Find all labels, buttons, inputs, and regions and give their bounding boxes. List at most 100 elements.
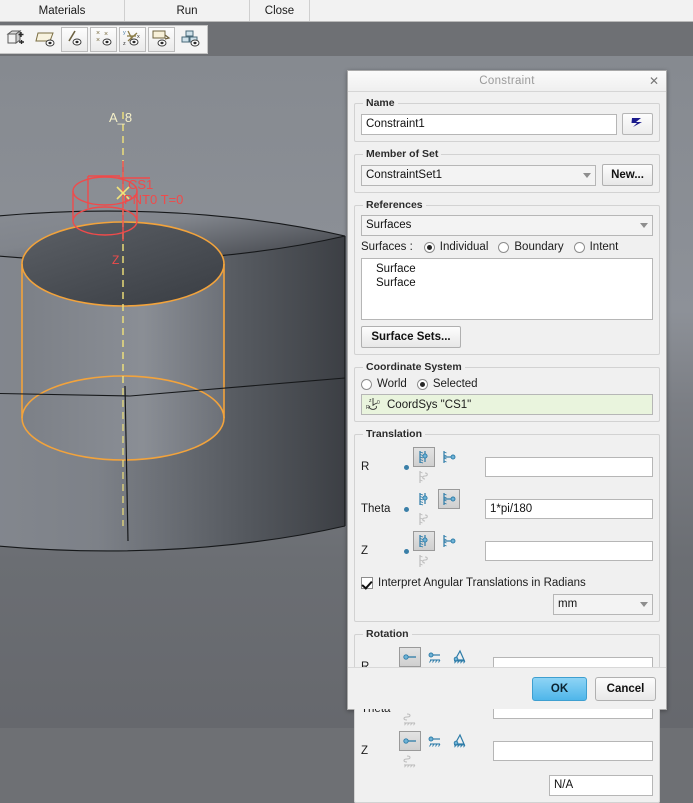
chevron-down-icon xyxy=(640,602,648,607)
close-icon[interactable]: ✕ xyxy=(647,74,661,88)
coordsys-label-cs1-text: CS1 xyxy=(128,177,153,192)
radians-checkbox-row: Interpret Angular Translations in Radian… xyxy=(361,577,653,589)
translation-value-cell-theta: 1*pi/180 xyxy=(485,488,653,530)
pinned-rotation-icon xyxy=(427,649,443,665)
name-group-legend: Name xyxy=(363,97,398,109)
menu-item-close[interactable]: Close xyxy=(250,0,310,21)
coordinate-system-group: Coordinate System World Selected z R 0 xyxy=(354,361,660,422)
svg-text:z: z xyxy=(123,41,126,47)
svg-text:×: × xyxy=(96,37,100,44)
prescribed-translation-button-theta[interactable] xyxy=(413,509,435,529)
translation-input-theta[interactable]: 1*pi/180 xyxy=(485,499,653,519)
prescribed-translation-button-r[interactable] xyxy=(413,467,435,487)
radians-checkbox[interactable] xyxy=(361,577,373,589)
datum-point-display-button[interactable]: × × × xyxy=(90,27,117,52)
support-rotation-button-r[interactable] xyxy=(449,647,471,667)
references-group: References Surfaces Surfaces : Individua… xyxy=(354,199,660,355)
rotation-group: Rotation R xyxy=(354,628,660,803)
radio-boundary[interactable] xyxy=(498,242,509,253)
surface-list[interactable]: Surface Surface xyxy=(361,258,653,320)
units-row: mm xyxy=(361,594,653,615)
translation-input-z[interactable] xyxy=(485,541,653,561)
radio-world[interactable] xyxy=(361,379,372,390)
svg-text:y: y xyxy=(123,30,126,36)
flash-icon xyxy=(629,116,646,132)
surfaces-radio-label: Surfaces : xyxy=(361,241,413,253)
units-select[interactable]: mm xyxy=(553,594,653,615)
dialog-body: Name Constraint1 Member of Set Constrain… xyxy=(348,92,666,709)
rotation-legend: Rotation xyxy=(363,628,412,640)
annotation-display-button[interactable] xyxy=(148,27,175,52)
coordsys-axes-icon: z R 0 xyxy=(366,396,383,414)
pinned-rotation-icon xyxy=(427,733,443,749)
constraint-name-input[interactable]: Constraint1 xyxy=(361,114,617,135)
datum-plane-display-button[interactable] xyxy=(32,27,59,52)
free-translation-icon xyxy=(416,533,432,549)
translation-buttons-r xyxy=(413,446,485,488)
radio-intent-label: Intent xyxy=(590,241,619,253)
free-rotation-button-r[interactable] xyxy=(399,647,421,667)
list-item[interactable]: Surface xyxy=(362,276,652,290)
translation-row-r: R xyxy=(361,446,653,488)
svg-text:×: × xyxy=(96,30,100,37)
surface-sets-button[interactable]: Surface Sets... xyxy=(361,326,461,348)
rotation-row-z: Z xyxy=(361,730,653,772)
radio-individual[interactable] xyxy=(424,242,435,253)
translation-input-r[interactable] xyxy=(485,457,653,477)
menu-item-run[interactable]: Run xyxy=(125,0,250,21)
reference-type-select[interactable]: Surfaces xyxy=(361,215,653,236)
support-rotation-icon xyxy=(452,649,468,665)
pinned-rotation-button-r[interactable] xyxy=(424,647,446,667)
reference-type-value: Surfaces xyxy=(366,219,411,231)
prescribed-rotation-button-z[interactable] xyxy=(399,751,421,771)
datum-plane-display-icon xyxy=(35,28,57,51)
radio-individual-label: Individual xyxy=(440,241,489,253)
na-row: N/A xyxy=(361,775,653,796)
free-translation-button-theta[interactable] xyxy=(413,489,435,509)
fixed-translation-button-theta[interactable] xyxy=(438,489,460,509)
translation-buttons-theta xyxy=(413,488,485,530)
coordinate-system-legend: Coordinate System xyxy=(363,361,465,373)
free-translation-button-z[interactable] xyxy=(413,531,435,551)
translation-label-r: R xyxy=(361,446,399,488)
rotation-input-z[interactable] xyxy=(493,741,653,761)
fixed-translation-button-r[interactable] xyxy=(438,447,460,467)
svg-text:x: x xyxy=(137,34,140,40)
menu-item-materials[interactable]: Materials xyxy=(0,0,125,21)
radio-intent[interactable] xyxy=(574,242,585,253)
datum-axis-display-button[interactable] xyxy=(61,27,88,52)
layer-display-button[interactable] xyxy=(177,27,204,52)
free-translation-button-r[interactable] xyxy=(413,447,435,467)
radio-selected-label: Selected xyxy=(433,378,478,390)
support-rotation-button-z[interactable] xyxy=(449,731,471,751)
cancel-button[interactable]: Cancel xyxy=(595,677,656,701)
prescribed-rotation-button-theta[interactable] xyxy=(399,709,421,729)
translation-value-cell-z xyxy=(485,530,653,572)
constraint-set-value: ConstraintSet1 xyxy=(366,169,442,181)
radio-selected[interactable] xyxy=(417,379,428,390)
constraint-set-select[interactable]: ConstraintSet1 xyxy=(361,165,596,186)
dialog-title: Constraint xyxy=(479,75,534,87)
list-item[interactable]: Surface xyxy=(362,262,652,276)
prescribed-translation-button-z[interactable] xyxy=(413,551,435,571)
coordinate-system-display-button[interactable]: y x z xyxy=(119,27,146,52)
create-datum-point-button[interactable] xyxy=(3,27,30,52)
flash-button[interactable] xyxy=(622,113,653,135)
fixed-translation-button-z[interactable] xyxy=(438,531,460,551)
datum-point-display-icon: × × × xyxy=(93,28,115,51)
dialog-titlebar[interactable]: Constraint ✕ xyxy=(348,71,666,92)
axis-label-a8-text: A_8 xyxy=(109,110,132,125)
ok-button[interactable]: OK xyxy=(532,677,587,701)
pinned-rotation-button-z[interactable] xyxy=(424,731,446,751)
rotation-label-z: Z xyxy=(361,730,399,772)
free-rotation-icon xyxy=(402,733,418,749)
axis-z-label: Z xyxy=(112,253,119,267)
free-rotation-button-z[interactable] xyxy=(399,731,421,751)
translation-marker-theta xyxy=(399,488,413,530)
selected-coordsys-field[interactable]: z R 0 CoordSys "CS1" xyxy=(361,394,653,415)
selected-coordsys-value: CoordSys "CS1" xyxy=(387,399,471,411)
prescribed-translation-icon xyxy=(416,553,432,569)
units-value: mm xyxy=(558,598,577,610)
create-datum-point-icon xyxy=(6,28,28,51)
new-set-button[interactable]: New... xyxy=(602,164,653,186)
